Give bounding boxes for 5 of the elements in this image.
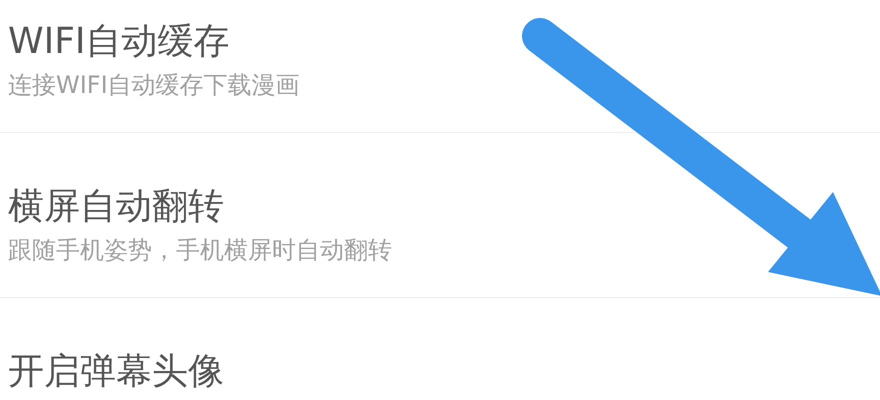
setting-description: 连接WIFI自动缓存下载漫画 bbox=[8, 70, 301, 101]
setting-title: 横屏自动翻转 bbox=[8, 185, 225, 229]
setting-title: WIFI自动缓存 bbox=[8, 20, 231, 64]
setting-title: 开启弹幕头像 bbox=[8, 350, 225, 394]
setting-description: 跟随手机姿势，手机横屏时自动翻转 bbox=[8, 235, 393, 266]
